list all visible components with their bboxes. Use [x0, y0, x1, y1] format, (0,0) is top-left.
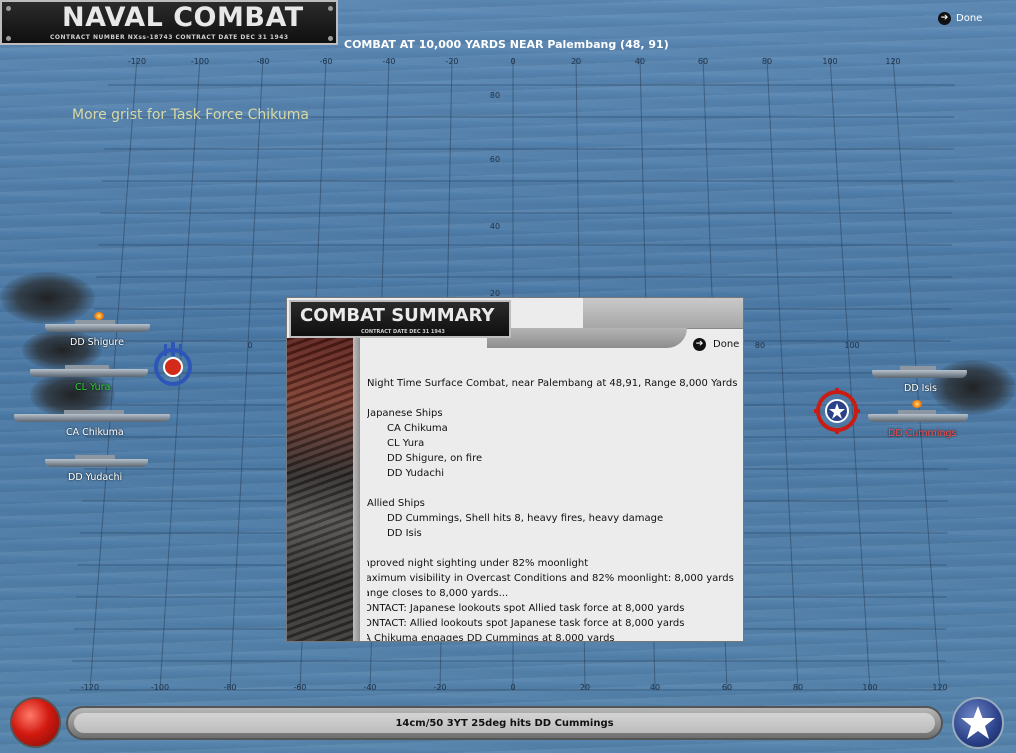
- crosshair-icon[interactable]: [150, 340, 196, 386]
- log-line: CL Yura: [387, 438, 425, 449]
- done-button[interactable]: ➔ Done: [938, 12, 982, 25]
- grid-tick-bottom: -20: [433, 683, 446, 692]
- ship-dd-isis[interactable]: [872, 366, 967, 378]
- grid-tick-bottom: -100: [151, 683, 169, 692]
- ship-cl-yura[interactable]: [30, 365, 148, 377]
- grid-tick-bottom: 20: [580, 683, 590, 692]
- grid-tick-center: 80: [490, 91, 500, 100]
- status-message: 14cm/50 3YT 25deg hits DD Cummings: [74, 713, 935, 733]
- grid-tick-top: -100: [191, 57, 209, 66]
- log-line: Maximum visibility in Overcast Condition…: [367, 573, 734, 584]
- allied-star-button[interactable]: [952, 697, 1004, 749]
- grid-tick-top: -60: [319, 57, 332, 66]
- grid-tick-top: -80: [256, 57, 269, 66]
- photo-strip: [287, 338, 353, 641]
- log-line: DD Isis: [387, 528, 422, 539]
- ship-ca-chikuma[interactable]: [14, 410, 170, 422]
- status-bar: 14cm/50 3YT 25deg hits DD Cummings: [66, 706, 943, 740]
- grid-tick-center: 0: [247, 341, 252, 350]
- grid-tick-bottom: 120: [932, 683, 947, 692]
- ship-label: DD Cummings: [888, 428, 957, 439]
- star-icon: [961, 706, 995, 739]
- log-line: Night Time Surface Combat, near Palemban…: [367, 378, 738, 389]
- grid-tick-bottom: 40: [650, 683, 660, 692]
- log-line: Allied Ships: [367, 498, 425, 509]
- combat-summary-dialog: COMBAT SUMMARY CONTRACT DATE DEC 31 1943…: [286, 297, 744, 642]
- red-action-button[interactable]: [10, 697, 61, 748]
- logo-title: NAVAL COMBAT: [62, 2, 304, 33]
- done-label: Done: [713, 339, 740, 350]
- smoke-plume: [22, 330, 102, 370]
- grid-tick-bottom: -120: [81, 683, 99, 692]
- ship-dd-cummings[interactable]: [868, 410, 968, 422]
- grid-tick-top: 120: [885, 57, 900, 66]
- grid-tick-bottom: 0: [510, 683, 515, 692]
- arrow-right-icon: ➔: [938, 12, 951, 25]
- ship-label: DD Shigure: [70, 337, 124, 348]
- log-line: Japanese Ships: [367, 408, 443, 419]
- log-line: CONTACT: Allied lookouts spot Japanese t…: [367, 618, 685, 629]
- log-line: Range closes to 8,000 yards...: [367, 588, 509, 599]
- summary-done-button[interactable]: ➔ Done: [693, 338, 739, 351]
- ship-label: CL Yura: [75, 382, 111, 393]
- grid-tick-center: 60: [490, 155, 500, 164]
- star-target-icon[interactable]: [814, 388, 860, 434]
- log-line: DD Yudachi: [387, 468, 444, 479]
- log-line: Improved night sighting under 82% moonli…: [367, 558, 589, 569]
- grid-tick-center: 80: [755, 341, 765, 350]
- clipboard-clip: [583, 298, 743, 329]
- grid-tick-top: -20: [445, 57, 458, 66]
- grid-tick-top: -40: [382, 57, 395, 66]
- grid-tick-top: 40: [635, 57, 645, 66]
- naval-combat-logo: NAVAL COMBAT CONTRACT NUMBER NXss-18743 …: [0, 0, 338, 45]
- grid-tick-top: 0: [510, 57, 515, 66]
- summary-header: COMBAT SUMMARY CONTRACT DATE DEC 31 1943: [289, 300, 511, 338]
- log-line: DD Shigure, on fire: [387, 453, 483, 464]
- fire-icon: [94, 312, 104, 320]
- grid-tick-bottom: -80: [223, 683, 236, 692]
- grid-tick-top: 60: [698, 57, 708, 66]
- grid-tick-center: 40: [490, 222, 500, 231]
- summary-title: COMBAT SUMMARY: [300, 305, 495, 326]
- grid-tick-top: 80: [762, 57, 772, 66]
- log-line: CA Chikuma engages DD Cummings at 8,000 …: [367, 633, 615, 641]
- smoke-plume: [0, 272, 95, 324]
- grid-tick-bottom: 60: [722, 683, 732, 692]
- ship-label: DD Isis: [904, 383, 937, 394]
- grid-tick-bottom: -60: [293, 683, 306, 692]
- ship-dd-shigure[interactable]: [45, 320, 150, 332]
- ship-label: CA Chikuma: [66, 427, 124, 438]
- grid-tick-bottom: 80: [793, 683, 803, 692]
- grid-tick-top: 20: [571, 57, 581, 66]
- done-label: Done: [956, 13, 983, 24]
- grid-tick-bottom: 100: [862, 683, 877, 692]
- fire-icon: [912, 400, 922, 408]
- grid-tick-bottom: -40: [363, 683, 376, 692]
- combat-heading: COMBAT AT 10,000 YARDS NEAR Palembang (4…: [344, 38, 669, 51]
- grid-tick-center: 100: [844, 341, 859, 350]
- log-line: DD Cummings, Shell hits 8, heavy fires, …: [387, 513, 664, 524]
- ship-dd-yudachi[interactable]: [45, 455, 148, 467]
- arrow-right-icon: ➔: [693, 338, 706, 351]
- logo-subtitle: CONTRACT NUMBER NXss-18743 CONTRACT DATE…: [50, 34, 289, 41]
- ship-label: DD Yudachi: [68, 472, 123, 483]
- log-line: CA Chikuma: [387, 423, 448, 434]
- summary-subtitle: CONTRACT DATE DEC 31 1943: [361, 329, 445, 335]
- banner-message: More grist for Task Force Chikuma: [72, 107, 309, 123]
- combat-log[interactable]: Night Time Surface Combat, near Palemban…: [367, 376, 739, 641]
- log-line: CONTACT: Japanese lookouts spot Allied t…: [367, 603, 685, 614]
- grid-tick-top: 100: [822, 57, 837, 66]
- grid-tick-top: -120: [128, 57, 146, 66]
